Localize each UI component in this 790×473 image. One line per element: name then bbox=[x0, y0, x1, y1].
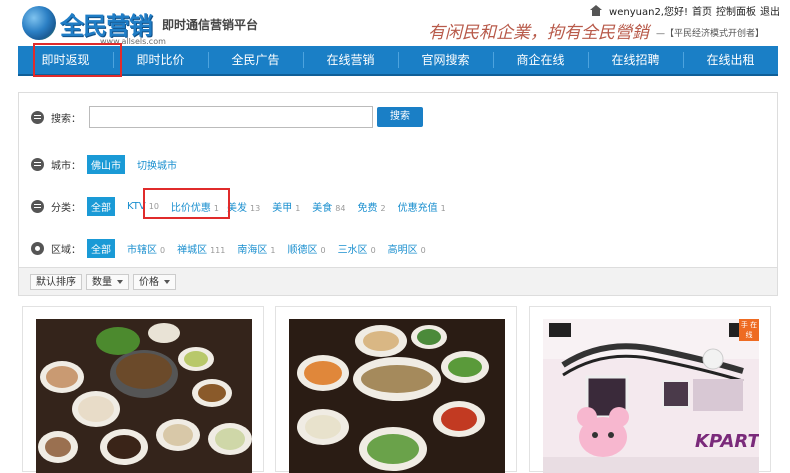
food-photo-icon[interactable] bbox=[289, 319, 505, 473]
nav-item-business[interactable]: 商企在线 bbox=[493, 46, 588, 74]
logo-subtitle: 即时通信营销平台 bbox=[162, 18, 259, 32]
food-photo-icon[interactable] bbox=[36, 319, 252, 473]
district-all[interactable]: 全部 bbox=[87, 239, 115, 258]
globe-logo-icon bbox=[22, 6, 56, 40]
arrow-down-icon bbox=[117, 279, 123, 284]
user-bar: wenyuan2,您好! 首页 控制面板 退出 bbox=[590, 3, 780, 18]
filter-panel: 搜索： 搜索 城市： 佛山市 切换城市 分类： 全部 KTV 10 比价优惠 1 美… bbox=[18, 92, 778, 296]
category-row: 分类： 全部 KTV 10 比价优惠 1 美发 13 美甲 1 美食 84 免费 2 优惠充… bbox=[31, 197, 458, 216]
category-option[interactable]: 美发 13 bbox=[227, 199, 260, 214]
nav-item-jobs[interactable]: 在线招聘 bbox=[588, 46, 683, 74]
district-row: 区域： 全部 市辖区 0 禅城区 111 南海区 1 顺德区 0 三水区 0 高明区 0 bbox=[31, 239, 438, 258]
sort-bar: 默认排序 数量 价格 bbox=[19, 267, 777, 295]
list-icon bbox=[31, 200, 44, 213]
location-pin-icon bbox=[31, 242, 44, 255]
search-row: 搜索： 搜索 bbox=[31, 106, 423, 128]
switch-city-link[interactable]: 切换城市 bbox=[137, 157, 177, 172]
district-label: 区域： bbox=[51, 245, 81, 256]
home-link[interactable]: 首页 bbox=[692, 3, 712, 18]
dashboard-link[interactable]: 控制面板 bbox=[716, 3, 756, 18]
header: 全民营销 即时通信营销平台 www.allsels.com 有闲民和企業，拘有全… bbox=[0, 0, 790, 46]
city-label: 城市： bbox=[51, 161, 81, 172]
product-card[interactable] bbox=[22, 306, 264, 473]
nav-item-online-marketing[interactable]: 在线营销 bbox=[303, 46, 398, 74]
ktv-photo-icon[interactable]: KPARTY 手 在线 bbox=[543, 319, 759, 473]
city-selected[interactable]: 佛山市 bbox=[87, 155, 125, 174]
online-tag-badge: 手 在线 bbox=[739, 319, 759, 341]
nav-item-price-compare[interactable]: 即时比价 bbox=[113, 46, 208, 74]
district-option[interactable]: 顺德区 0 bbox=[287, 241, 325, 256]
district-option[interactable]: 禅城区 111 bbox=[177, 241, 225, 256]
category-option[interactable]: 优惠充值 1 bbox=[398, 199, 446, 214]
product-card[interactable]: KPARTY 手 在线 bbox=[529, 306, 771, 473]
main-nav: 即时返现 即时比价 全民广告 在线营销 官网搜索 商企在线 在线招聘 在线出租 bbox=[18, 46, 778, 76]
district-option[interactable]: 三水区 0 bbox=[338, 241, 376, 256]
nav-item-site-search[interactable]: 官网搜索 bbox=[398, 46, 493, 74]
sort-default-button[interactable]: 默认排序 bbox=[30, 273, 82, 290]
category-option[interactable]: 美甲 1 bbox=[272, 199, 300, 214]
search-button[interactable]: 搜索 bbox=[377, 107, 423, 127]
city-row: 城市： 佛山市 切换城市 bbox=[31, 155, 189, 174]
slogan: 有闲民和企業，拘有全民營銷 bbox=[428, 23, 649, 43]
nav-item-rental[interactable]: 在线出租 bbox=[683, 46, 778, 74]
list-icon bbox=[31, 158, 44, 171]
ktv-logo-text: KPARTY bbox=[695, 431, 759, 452]
district-option[interactable]: 南海区 1 bbox=[237, 241, 275, 256]
list-icon bbox=[31, 110, 44, 124]
product-card[interactable] bbox=[275, 306, 517, 473]
home-icon bbox=[590, 5, 603, 16]
search-input[interactable] bbox=[89, 106, 373, 128]
district-option[interactable]: 市辖区 0 bbox=[127, 241, 165, 256]
category-option[interactable]: 美食 84 bbox=[312, 199, 345, 214]
arrow-down-icon bbox=[164, 279, 170, 284]
search-label: 搜索： bbox=[51, 113, 81, 125]
slogan-subtitle: —【平民经济模式开创者】 bbox=[656, 29, 765, 39]
user-greeting: wenyuan2,您好! bbox=[609, 7, 688, 18]
logout-link[interactable]: 退出 bbox=[760, 3, 780, 18]
logo-name: 全民营销 bbox=[60, 12, 153, 40]
nav-highlight-box bbox=[33, 43, 122, 77]
category-option[interactable]: 免费 2 bbox=[357, 199, 385, 214]
nav-item-ads[interactable]: 全民广告 bbox=[208, 46, 303, 74]
sort-price-button[interactable]: 价格 bbox=[133, 273, 176, 290]
category-all[interactable]: 全部 bbox=[87, 197, 115, 216]
category-label: 分类： bbox=[51, 203, 81, 214]
sort-quantity-button[interactable]: 数量 bbox=[86, 273, 129, 290]
category-highlight-box bbox=[143, 188, 230, 219]
district-option[interactable]: 高明区 0 bbox=[388, 241, 426, 256]
